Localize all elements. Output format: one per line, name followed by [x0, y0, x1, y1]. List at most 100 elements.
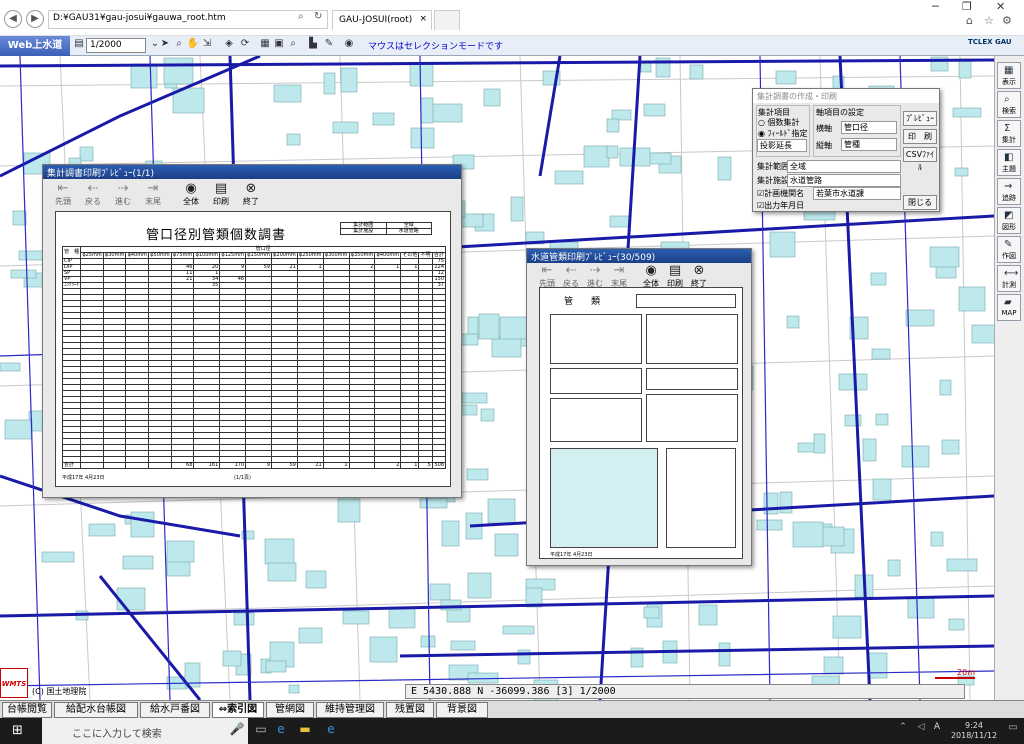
- close-button[interactable]: 閉じる: [903, 195, 937, 210]
- tab-5[interactable]: 維持管理図: [316, 702, 384, 718]
- preview1-btn-6[interactable]: ⊗ 終了: [237, 181, 265, 211]
- axis-group-label: 軸項目の設定: [816, 108, 864, 117]
- preview1-btn-3[interactable]: ⇥ 末尾: [139, 181, 167, 211]
- preview-button[interactable]: ﾌﾟﾚﾋﾞｭｰ: [903, 111, 937, 126]
- zoom-icon[interactable]: ⌕: [172, 38, 186, 53]
- tab-1[interactable]: 給配水台帳図: [54, 702, 138, 718]
- tool-draw[interactable]: ✎ 作図: [997, 236, 1021, 263]
- app-toolbar: Web上水道 ▤ 1/2000 ⌄ ➤ ⌕ ✋ ⇲ ◈ ⟳ ▦ ▣ ⌕ ▙ ✎ …: [0, 36, 1024, 56]
- last-icon: ⇥: [147, 181, 159, 196]
- first-icon: ⇤: [57, 181, 69, 196]
- coordinate-status: E 5430.888 N -36099.386 [3] 1/2000: [405, 684, 965, 699]
- tclex-logo: TCLEX GAU: [968, 38, 1012, 46]
- grid-icon[interactable]: ▦: [258, 38, 272, 53]
- check-org[interactable]: ☑計画機関名: [757, 188, 804, 199]
- wmts-logo: WMTS: [0, 668, 28, 698]
- close-window-icon[interactable]: ✕: [996, 0, 1005, 13]
- windows-icon[interactable]: ⊞: [12, 723, 23, 738]
- tool-search[interactable]: ⌕ 検索: [997, 91, 1021, 118]
- forward-arrow-icon[interactable]: ▶: [26, 10, 44, 28]
- tab-0[interactable]: 台帳閲覧: [2, 702, 52, 718]
- report-preview-window: 集計調書印刷ﾌﾟﾚﾋﾞｭｰ(1/1) ⇤ 先頭 ⇠ 戻る ⇢ 進む ⇥ 末尾 ◉ 全体 ▤ 印刷 ⊗ 終了…: [42, 164, 462, 498]
- back-arrow-icon[interactable]: ◀: [4, 10, 22, 28]
- browser-tab[interactable]: GAU-JOSUI(root) ×: [332, 10, 432, 30]
- pointer-icon[interactable]: ➤: [158, 38, 172, 53]
- tool-trace[interactable]: ⇝ 追跡: [997, 178, 1021, 205]
- tab-4[interactable]: 管網図: [266, 702, 314, 718]
- axis-v-select[interactable]: 管種: [841, 138, 897, 151]
- window-icon[interactable]: ▣: [272, 38, 286, 53]
- preview1-title: 集計調書印刷ﾌﾟﾚﾋﾞｭｰ(1/1): [43, 165, 461, 179]
- copyright-text: (C) 国土地理院: [32, 687, 87, 696]
- mode-message: マウスはセレクションモードです: [368, 42, 504, 52]
- refresh-map-icon[interactable]: ⟳: [238, 38, 252, 53]
- edge-icon[interactable]: e: [272, 722, 290, 740]
- network-icon[interactable]: ⌃: [894, 722, 912, 740]
- radio-count[interactable]: ○ 個数集計: [758, 117, 800, 128]
- check-date[interactable]: ☑出力年月日: [757, 200, 804, 211]
- pan-icon[interactable]: ✋: [186, 38, 200, 53]
- display-icon: ▦: [1004, 65, 1014, 76]
- close-icon[interactable]: ×: [419, 14, 427, 24]
- pipe-header-fields: [636, 294, 736, 308]
- prev-icon: ⇠: [87, 181, 99, 196]
- radio-field[interactable]: ◉ ﾌｨｰﾙﾄﾞ指定: [758, 128, 808, 139]
- close-icon: ⊗: [245, 181, 257, 196]
- home-icon[interactable]: ⌂: [966, 14, 973, 27]
- address-bar[interactable]: D:¥GAU31¥gau-josui¥gauwa_root.htm: [48, 10, 328, 29]
- tab-3[interactable]: ⇔索引図: [212, 702, 264, 718]
- new-tab-button[interactable]: [434, 10, 460, 30]
- globe-icon[interactable]: ◉: [342, 38, 356, 53]
- minimize-icon[interactable]: ─: [932, 0, 939, 13]
- settings-icon[interactable]: ⚙: [1002, 14, 1012, 27]
- explorer-icon[interactable]: ▬: [296, 722, 314, 740]
- restore-icon[interactable]: ❐: [962, 0, 972, 13]
- ie-icon[interactable]: e: [322, 722, 340, 740]
- print-button[interactable]: 印 刷: [903, 129, 937, 144]
- tool-shape[interactable]: ◩ 図形: [997, 207, 1021, 234]
- find-icon[interactable]: ⌕: [286, 38, 300, 53]
- preview1-btn-4[interactable]: ◉ 全体: [177, 181, 205, 211]
- layer-icon[interactable]: ◈: [222, 38, 236, 53]
- facility-field[interactable]: 水道管路: [787, 174, 901, 187]
- map-scale-bar: 20m: [935, 668, 975, 679]
- refresh-icon[interactable]: ↻: [314, 11, 322, 22]
- range-field[interactable]: 全域: [787, 160, 901, 173]
- taskbar-search[interactable]: ここに入力して検索: [42, 718, 248, 744]
- tool-folder[interactable]: ▰ MAP: [997, 294, 1021, 321]
- print-icon[interactable]: ▤: [72, 38, 86, 53]
- preview1-btn-1[interactable]: ⇠ 戻る: [79, 181, 107, 211]
- tab-7[interactable]: 背景図: [436, 702, 488, 718]
- microphone-icon[interactable]: 🎤: [228, 722, 246, 740]
- preview1-btn-2[interactable]: ⇢ 進む: [109, 181, 137, 211]
- clock[interactable]: 9:24 2018/11/12: [944, 721, 1004, 741]
- task-view-icon[interactable]: ▭: [252, 722, 270, 740]
- preview1-btn-0[interactable]: ⇤ 先頭: [49, 181, 77, 211]
- axis-h-select[interactable]: 管口径: [841, 121, 897, 134]
- select-icon[interactable]: ⇲: [200, 38, 214, 53]
- photo-frame: [666, 448, 736, 548]
- notification-icon[interactable]: ▭: [1004, 722, 1022, 740]
- tool-measure[interactable]: ⟷ 計測: [997, 265, 1021, 292]
- tool-display[interactable]: ▦ 表示: [997, 62, 1021, 89]
- edit-icon[interactable]: ✎: [322, 38, 336, 53]
- scale-select[interactable]: 1/2000: [86, 38, 146, 53]
- taskbar: ⊞ ここに入力して検索 🎤 ▭ e ▬ e ⌃ ◁ A 9:24 2018/11/…: [0, 718, 1024, 744]
- search-icon: ⌕: [1004, 94, 1010, 105]
- star-icon[interactable]: ☆: [984, 14, 994, 27]
- axis-h-label: 横軸: [816, 124, 832, 133]
- csv-button[interactable]: CSVﾌｧｲﾙ: [903, 147, 937, 172]
- tool-sum[interactable]: Σ 集計: [997, 120, 1021, 147]
- search-icon[interactable]: ⌕: [298, 11, 304, 22]
- preview1-btn-5[interactable]: ▤ 印刷: [207, 181, 235, 211]
- field-select[interactable]: 投影延長: [757, 139, 807, 152]
- org-field[interactable]: 若葉市水道課: [813, 187, 901, 200]
- maintenance-fields: [646, 368, 738, 390]
- tab-2[interactable]: 給水戸番図: [140, 702, 210, 718]
- folder-icon: ▰: [1004, 297, 1012, 308]
- chart-icon[interactable]: ▙: [306, 38, 320, 53]
- tool-theme[interactable]: ◧ 主題: [997, 149, 1021, 176]
- tab-6[interactable]: 残置図: [386, 702, 434, 718]
- preview2-title: 水道管類印刷ﾌﾟﾚﾋﾞｭｰ(30/509): [527, 249, 751, 263]
- right-toolbar: ▦ 表示 ⌕ 検索 Σ 集計 ◧ 主題 ⇝ 追跡 ◩ 図形 ✎ 作図 ⟷ 計測 ▰ MAP: [994, 56, 1024, 700]
